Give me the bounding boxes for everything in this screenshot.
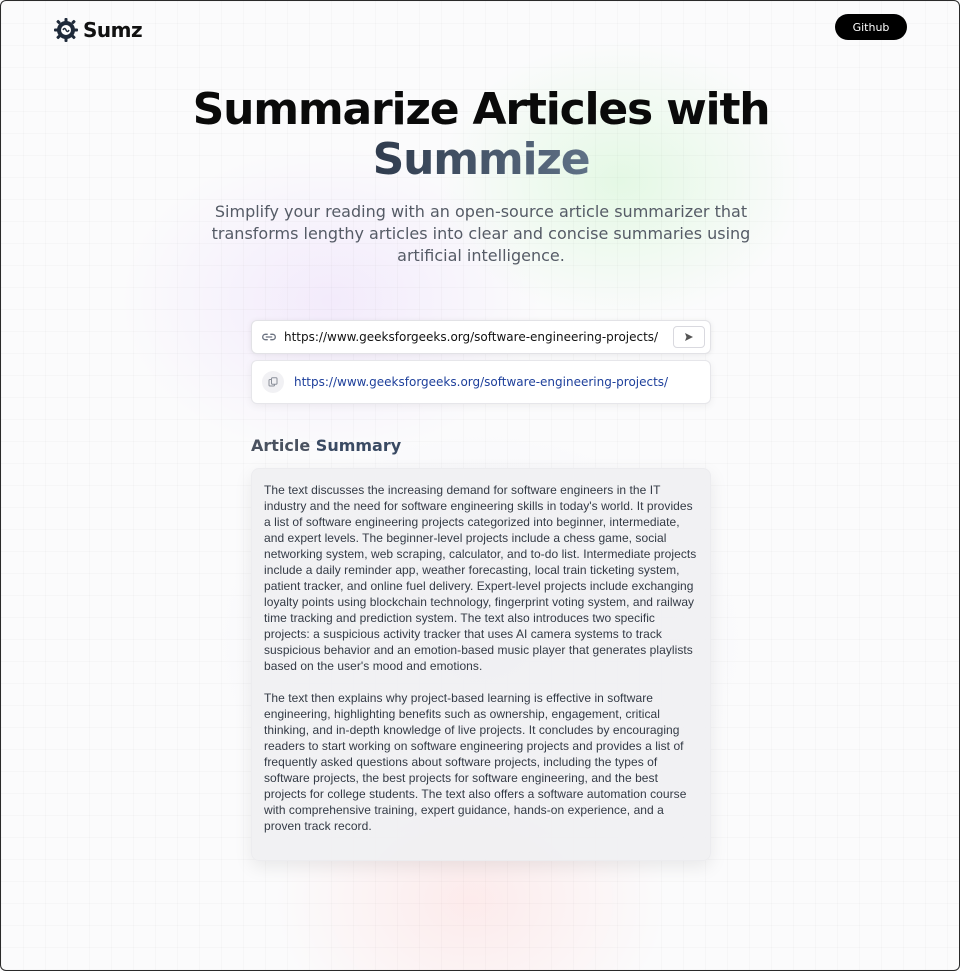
- summary-paragraph: The text discusses the increasing demand…: [264, 483, 697, 673]
- github-button[interactable]: Github: [835, 14, 907, 40]
- summary-box: The text discusses the increasing demand…: [251, 468, 711, 861]
- summary-heading-accent: Summary: [315, 436, 402, 455]
- url-input[interactable]: [278, 321, 673, 353]
- url-form: [251, 320, 711, 354]
- logo[interactable]: Sumz: [53, 17, 143, 43]
- brain-gear-icon: [54, 18, 78, 42]
- send-icon: [685, 333, 693, 341]
- hero-title-line1: Summarize Articles with: [192, 84, 771, 135]
- history-item[interactable]: https://www.geeksforgeeks.org/software-e…: [251, 360, 711, 404]
- history-link[interactable]: https://www.geeksforgeeks.org/software-e…: [294, 375, 668, 389]
- hero-title-accent: Summize: [372, 134, 591, 185]
- summary-heading: Article Summary: [251, 436, 401, 455]
- copy-button[interactable]: [262, 371, 284, 393]
- hero-title: Summarize Articles with Summize: [1, 85, 960, 185]
- copy-icon: [268, 377, 278, 387]
- summary-heading-prefix: Article: [251, 436, 316, 455]
- summary-paragraph: The text then explains why project-based…: [264, 691, 687, 833]
- submit-button[interactable]: [673, 326, 705, 348]
- hero-subtitle: Simplify your reading with an open-sourc…: [211, 202, 751, 265]
- link-icon: [262, 333, 276, 341]
- logo-text: Sumz: [83, 18, 143, 42]
